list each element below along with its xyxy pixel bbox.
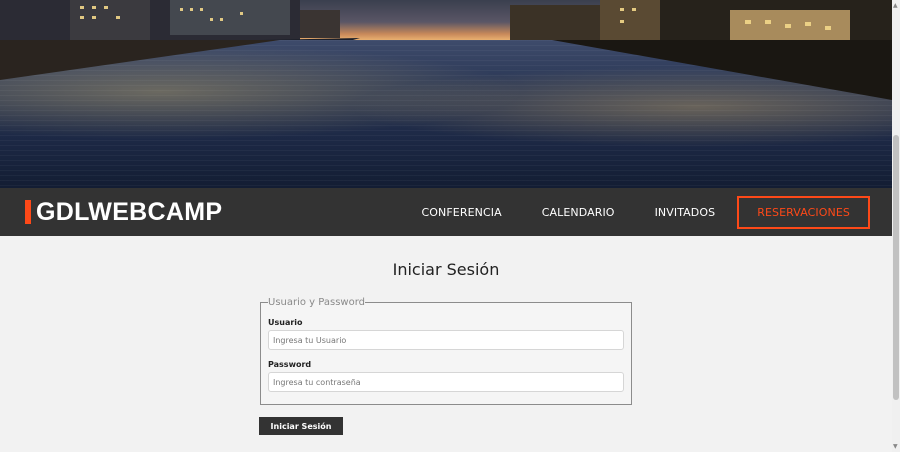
password-input[interactable] xyxy=(268,372,624,392)
nav-links: CONFERENCIA CALENDARIO INVITADOS RESERVA… xyxy=(381,195,870,229)
scroll-down-arrow-icon[interactable]: ▼ xyxy=(893,443,898,450)
username-input[interactable] xyxy=(268,330,624,350)
nav-link-conferencia[interactable]: CONFERENCIA xyxy=(421,206,501,219)
login-submit-button[interactable]: Iniciar Sesión xyxy=(259,417,343,435)
hero-river-bank-right xyxy=(552,40,892,100)
password-label: Password xyxy=(268,360,312,369)
fieldset-legend: Usuario y Password xyxy=(268,297,365,308)
scroll-up-arrow-icon[interactable]: ▲ xyxy=(893,2,898,9)
scrollbar-thumb[interactable] xyxy=(893,135,899,400)
nav-link-calendario[interactable]: CALENDARIO xyxy=(542,206,615,219)
site-logo[interactable]: GDLWEBCAMP xyxy=(25,198,222,226)
logo-accent-bar xyxy=(25,200,31,224)
page-title: Iniciar Sesión xyxy=(392,260,500,279)
username-label: Usuario xyxy=(268,318,303,327)
nav-link-reservaciones[interactable]: RESERVACIONES xyxy=(737,195,870,229)
logo-text: GDLWEBCAMP xyxy=(36,197,223,226)
hero-banner-image xyxy=(0,0,892,188)
main-navbar: GDLWEBCAMP CONFERENCIA CALENDARIO INVITA… xyxy=(0,188,892,236)
credentials-fieldset: Usuario y Password Usuario Password xyxy=(260,297,632,405)
nav-link-invitados[interactable]: INVITADOS xyxy=(655,206,716,219)
hero-river-bank-left xyxy=(0,40,280,80)
login-section: Iniciar Sesión Usuario y Password Usuari… xyxy=(0,236,892,452)
page-scrollbar[interactable]: ▲ ▼ xyxy=(892,0,900,452)
